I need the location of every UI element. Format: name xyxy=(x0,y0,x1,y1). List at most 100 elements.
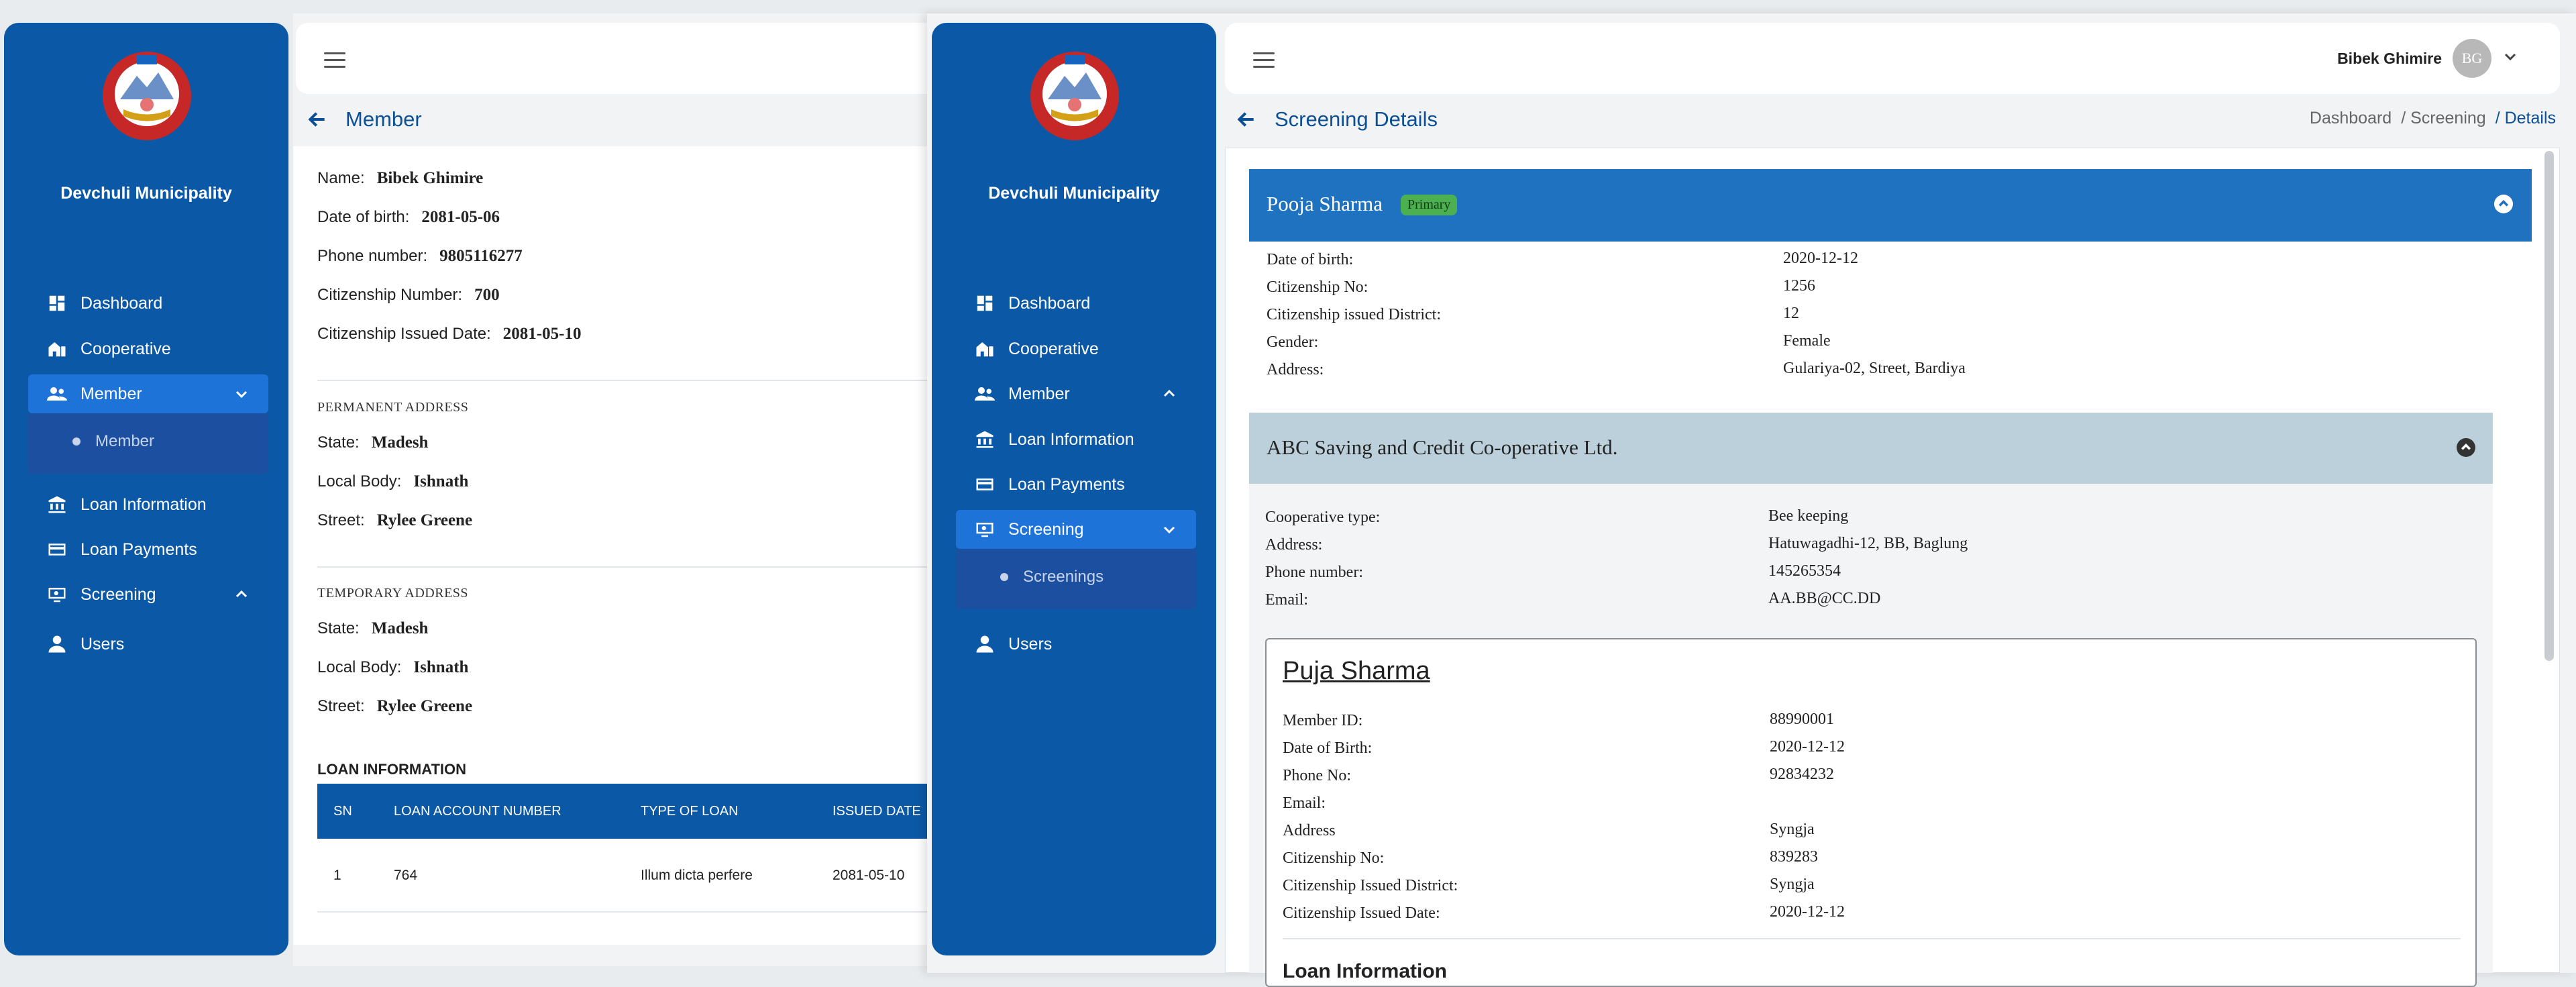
cooperative-header[interactable]: ABC Saving and Credit Co-operative Ltd. xyxy=(1249,413,2493,484)
member-field-value: 839283 xyxy=(1770,848,1818,866)
municipality-logo xyxy=(1030,52,1119,140)
sidebar-item-cooperative[interactable]: Cooperative xyxy=(28,329,268,368)
sidebar-item-member[interactable]: Member xyxy=(28,374,268,413)
sidebar-subitem-label: Member xyxy=(95,432,155,450)
sidebar-item-users[interactable]: Users xyxy=(28,625,268,664)
sidebar-title: Devchuli Municipality xyxy=(60,184,232,203)
hamburger-menu-icon[interactable] xyxy=(1253,52,1275,68)
dashboard-icon xyxy=(975,293,995,313)
sidebar-subitem-member[interactable]: Member xyxy=(72,432,154,451)
field-permanent-street: Street: Rylee Greene xyxy=(317,511,473,529)
sidebar-item-users[interactable]: Users xyxy=(956,625,1196,664)
sidebar-right: Devchuli Municipality Dashboard Cooperat… xyxy=(932,23,1216,955)
chevron-down-icon[interactable] xyxy=(2502,48,2518,68)
collapse-icon[interactable] xyxy=(2457,438,2475,457)
column-header: SN xyxy=(333,804,352,819)
breadcrumb-screening[interactable]: / Screening xyxy=(2401,109,2485,128)
sidebar-item-label: Screening xyxy=(1008,519,1084,539)
sidebar-submenu-screening: Screenings xyxy=(956,549,1196,609)
back-arrow-icon[interactable] xyxy=(1236,109,1257,130)
cooperative-field-label: Address: xyxy=(1265,536,1323,554)
primary-field-value: Gulariya-02, Street, Bardiya xyxy=(1783,360,1966,377)
sidebar-title: Devchuli Municipality xyxy=(988,184,1160,203)
field-permanent-state: State: Madesh xyxy=(317,433,429,452)
cooperative-section: ABC Saving and Credit Co-operative Ltd. … xyxy=(1249,413,2493,987)
cooperative-field-value: Hatuwagadhi-12, BB, Baglung xyxy=(1768,535,1968,552)
field-citizenship-number: Citizenship Number: 700 xyxy=(317,286,500,304)
sidebar-left: Devchuli Municipality Dashboard Cooperat… xyxy=(4,23,288,955)
user-icon xyxy=(975,634,995,654)
member-field-value: 92834232 xyxy=(1770,766,1834,783)
breadcrumb-details: / Details xyxy=(2495,109,2556,127)
sidebar-item-cooperative[interactable]: Cooperative xyxy=(956,329,1196,368)
sidebar-item-screening[interactable]: Screening xyxy=(956,510,1196,549)
sidebar-item-label: Member xyxy=(1008,384,1070,403)
sidebar-subitem-label: Screenings xyxy=(1023,568,1104,586)
field-temporary-local-body: Local Body: Ishnath xyxy=(317,658,469,676)
table-cell: 1 xyxy=(333,868,341,883)
temporary-address-heading: TEMPORARY ADDRESS xyxy=(317,586,469,601)
page-title: Member xyxy=(345,107,422,131)
user-name: Bibek Ghimire xyxy=(2337,49,2442,67)
chevron-up-icon xyxy=(233,586,250,603)
left-main-area: Member Name: Bibek Ghimire Date of birth:… xyxy=(293,13,929,966)
field-citizenship-issued-date: Citizenship Issued Date: 2081-05-10 xyxy=(317,325,582,343)
member-loan-information-heading: Loan Information xyxy=(1283,960,1447,982)
sidebar-item-label: Loan Payments xyxy=(80,539,197,559)
sidebar-item-label: Users xyxy=(80,634,125,654)
chevron-down-icon xyxy=(1161,521,1177,537)
municipality-logo xyxy=(103,52,191,140)
member-field-value: Syngja xyxy=(1770,821,1815,838)
field-dob: Date of birth: 2081-05-06 xyxy=(317,208,500,226)
left-page-header: Member xyxy=(307,107,422,132)
sidebar-item-label: Loan Payments xyxy=(1008,474,1125,494)
sidebar-item-loan-payments[interactable]: Loan Payments xyxy=(956,465,1196,504)
column-header: ISSUED DATE xyxy=(833,804,921,819)
collapse-icon[interactable] xyxy=(2494,195,2513,213)
sidebar-item-label: Loan Information xyxy=(80,495,207,514)
cooperative-field-value: AA.BB@CC.DD xyxy=(1768,590,1881,607)
sidebar-item-loan-information[interactable]: Loan Information xyxy=(28,485,268,524)
sidebar-item-dashboard[interactable]: Dashboard xyxy=(28,284,268,323)
sidebar-item-member[interactable]: Member xyxy=(956,374,1196,413)
user-menu[interactable]: Bibek Ghimire BG xyxy=(2337,39,2518,78)
field-temporary-state: State: Madesh xyxy=(317,619,429,637)
column-header: TYPE OF LOAN xyxy=(641,804,739,819)
cooperative-name: ABC Saving and Credit Co-operative Ltd. xyxy=(1267,435,1618,459)
right-page-header: Screening Details xyxy=(1236,107,1438,132)
member-name[interactable]: Puja Sharma xyxy=(1283,657,1430,686)
avatar[interactable]: BG xyxy=(2453,39,2491,78)
sidebar-subitem-screenings[interactable]: Screenings xyxy=(1000,568,1104,586)
sidebar-item-loan-information[interactable]: Loan Information xyxy=(956,420,1196,459)
scrollbar[interactable] xyxy=(2544,151,2554,661)
primary-field-value: Female xyxy=(1783,332,1831,350)
member-field-value: 88990001 xyxy=(1770,711,1834,728)
right-window: Devchuli Municipality Dashboard Cooperat… xyxy=(927,13,2576,987)
left-topbar xyxy=(296,23,929,94)
user-icon xyxy=(47,634,67,654)
card-icon xyxy=(47,539,67,560)
primary-badge: Primary xyxy=(1401,195,1458,215)
chevron-up-icon xyxy=(1161,386,1177,402)
primary-field-value: 12 xyxy=(1783,305,1799,322)
member-card: Puja Sharma Member ID: 88990001 Date of … xyxy=(1265,638,2477,987)
divider xyxy=(317,380,929,381)
sidebar-item-loan-payments[interactable]: Loan Payments xyxy=(28,530,268,569)
back-arrow-icon[interactable] xyxy=(307,109,328,130)
field-temporary-street: Street: Rylee Greene xyxy=(317,697,473,715)
sidebar-item-dashboard[interactable]: Dashboard xyxy=(956,284,1196,323)
sidebar-item-label: Dashboard xyxy=(1008,293,1091,313)
field-permanent-local-body: Local Body: Ishnath xyxy=(317,472,469,490)
dashboard-icon xyxy=(47,293,67,313)
bank-icon xyxy=(975,429,995,450)
primary-member-header[interactable]: Pooja Sharma Primary xyxy=(1249,169,2532,242)
bullet-icon xyxy=(72,437,80,446)
member-field-value: 2020-12-12 xyxy=(1770,903,1845,921)
hamburger-menu-icon[interactable] xyxy=(324,52,345,68)
table-row[interactable]: 1 764 Illum dicta perfere 2081-05-10 xyxy=(317,839,929,913)
bank-icon xyxy=(47,495,67,515)
breadcrumb-dashboard[interactable]: Dashboard xyxy=(2310,109,2392,128)
right-topbar: Bibek Ghimire BG xyxy=(1225,23,2560,94)
divider xyxy=(1283,938,2461,939)
sidebar-item-screening[interactable]: Screening xyxy=(28,575,268,614)
